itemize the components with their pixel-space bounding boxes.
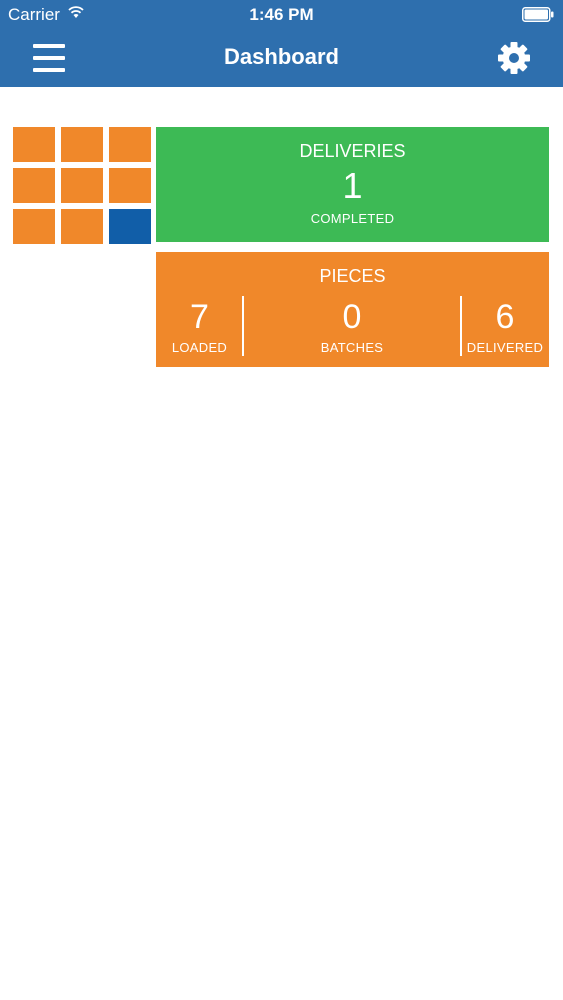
status-time: 1:46 PM xyxy=(249,5,314,24)
stat-delivered: 6 DELIVERED xyxy=(461,298,549,355)
app-header: Carrier 1:46 PM Dashboard xyxy=(0,0,563,87)
nav-bar: Dashboard xyxy=(0,30,563,87)
grid-tile[interactable] xyxy=(13,168,55,203)
delivered-label: DELIVERED xyxy=(466,340,544,355)
status-bar: Carrier 1:46 PM xyxy=(0,0,563,30)
grid-tile[interactable] xyxy=(61,209,103,244)
grid-tile[interactable] xyxy=(109,127,151,162)
deliveries-card[interactable]: DELIVERIES 1 COMPLETED xyxy=(156,127,549,242)
loaded-label: LOADED xyxy=(171,340,228,355)
settings-button[interactable] xyxy=(496,40,532,76)
grid-tile[interactable] xyxy=(13,127,55,162)
gear-icon xyxy=(498,42,530,74)
batches-label: BATCHES xyxy=(320,340,384,355)
grid-tile[interactable] xyxy=(109,168,151,203)
loaded-count: 7 xyxy=(190,298,209,336)
pieces-title: PIECES xyxy=(319,266,386,286)
stat-batches: 0 BATCHES xyxy=(243,298,461,355)
delivered-count: 6 xyxy=(495,298,515,336)
grid-tile[interactable] xyxy=(61,127,103,162)
page-title: Dashboard xyxy=(224,44,339,69)
deliveries-title: DELIVERIES xyxy=(299,141,406,161)
deliveries-caption: COMPLETED xyxy=(310,211,395,226)
tile-grid xyxy=(13,127,151,244)
grid-tile-active[interactable] xyxy=(109,209,151,244)
deliveries-count: 1 xyxy=(342,165,363,206)
grid-tile[interactable] xyxy=(61,168,103,203)
grid-tile[interactable] xyxy=(13,209,55,244)
batches-count: 0 xyxy=(342,298,362,336)
battery-icon xyxy=(522,7,554,22)
stat-loaded: 7 LOADED xyxy=(156,298,243,355)
pieces-card[interactable]: PIECES 7 LOADED 0 BATCHES 6 DELIVERED xyxy=(156,252,549,367)
